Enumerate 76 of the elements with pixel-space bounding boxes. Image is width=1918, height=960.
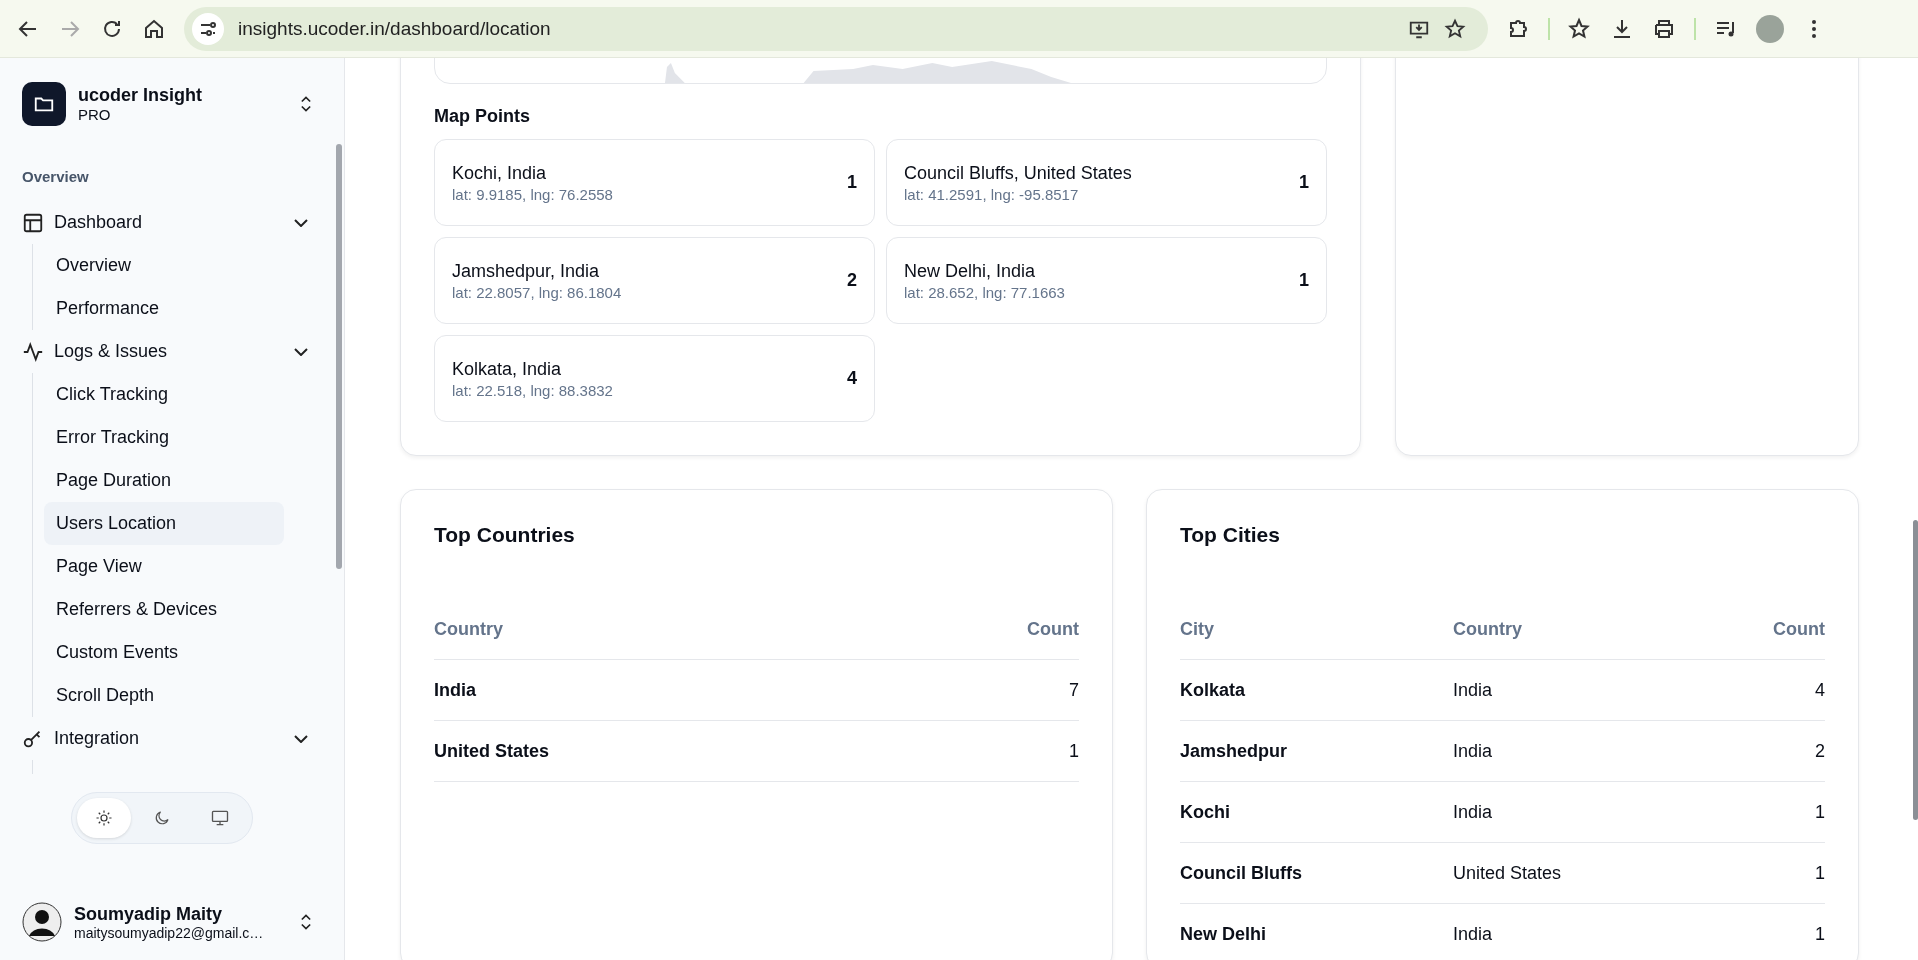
visit-count: 1 xyxy=(1299,270,1309,291)
place-name: Jamshedpur, India xyxy=(452,260,601,282)
table-cell-text: Kochi xyxy=(1180,801,1231,823)
coordinates: lat: 9.9185, lng: 76.2558 xyxy=(452,185,614,203)
site-settings-icon[interactable] xyxy=(192,12,224,45)
bookmarks-icon[interactable] xyxy=(1568,16,1592,41)
card-title: Top Countries xyxy=(434,523,576,547)
scrollbar-thumb[interactable] xyxy=(336,144,342,569)
folder-icon xyxy=(22,82,66,126)
star-icon[interactable] xyxy=(1444,17,1466,40)
activity-icon xyxy=(22,340,44,363)
table-cell-text: Council Bluffs xyxy=(1180,862,1303,884)
coordinates: lat: 28.652, lng: 77.1663 xyxy=(904,283,1066,301)
nav-group[interactable]: Dashboard xyxy=(22,201,322,244)
place-name: New Delhi, India xyxy=(904,260,1037,282)
user-menu[interactable]: Soumyadip Maity maitysoumyadip22@gmail.c… xyxy=(22,902,322,942)
table-cell-text: Kolkata xyxy=(1180,679,1247,701)
section-label: Overview xyxy=(22,168,90,185)
user-name: Soumyadip Maity xyxy=(74,903,224,925)
app-name: ucoder Insight xyxy=(78,85,203,106)
coordinates: lat: 22.518, lng: 88.3832 xyxy=(452,381,614,399)
table-cell: 1 xyxy=(1815,862,1825,884)
moon-icon xyxy=(153,809,171,827)
card-title: Top Cities xyxy=(1180,523,1281,547)
scrollbar-thumb[interactable] xyxy=(1913,520,1918,820)
nav-item[interactable]: Performance xyxy=(44,287,284,330)
user-email: maitysoumyadip22@gmail.c… xyxy=(74,924,265,941)
table-cell: 1 xyxy=(1815,923,1825,945)
table-cell-text: India xyxy=(1453,740,1494,762)
column-header: Count xyxy=(1027,618,1079,640)
avatar-icon xyxy=(22,902,62,942)
sun-icon xyxy=(95,809,113,827)
table-cell-text: India xyxy=(1453,801,1494,823)
nav-item[interactable]: Custom Events xyxy=(44,631,284,674)
column-header: Count xyxy=(1773,618,1825,640)
table-cell: 2 xyxy=(1815,740,1825,762)
url-text: insights.ucoder.in/dashboard/location xyxy=(238,17,552,40)
table-cell: 1 xyxy=(1815,801,1825,823)
table-cell-text: Jamshedpur xyxy=(1180,740,1289,762)
table-cell: 4 xyxy=(1815,679,1825,701)
table-cell-text: India xyxy=(434,679,477,701)
column-header: City xyxy=(1180,618,1215,640)
table-cell-text: New Delhi xyxy=(1180,923,1268,945)
table-cell: 7 xyxy=(1069,679,1079,701)
app-switcher[interactable]: ucoder Insight PRO xyxy=(22,82,322,156)
visit-count: 4 xyxy=(847,368,857,389)
table-cell-text: United States xyxy=(1453,862,1563,884)
plan-label: PRO xyxy=(78,106,112,123)
address-bar[interactable]: insights.ucoder.in/dashboard/location xyxy=(184,6,1488,51)
table-cell: 1 xyxy=(1069,740,1079,762)
nav-item[interactable]: Error Tracking xyxy=(44,416,284,459)
section-title: Map Points xyxy=(434,106,531,127)
nav-item[interactable]: Referrers & Devices xyxy=(44,588,284,631)
column-header: Country xyxy=(1453,618,1523,640)
nav-group[interactable]: Logs & Issues xyxy=(22,330,322,373)
nav-item[interactable]: Click Tracking xyxy=(44,373,284,416)
nav-item[interactable]: Page View xyxy=(44,545,284,588)
monitor-icon xyxy=(210,808,230,828)
table-cell-text: India xyxy=(1453,679,1494,701)
layout-icon xyxy=(22,211,44,234)
place-name: Kolkata, India xyxy=(452,358,563,380)
nav-group[interactable]: Integration xyxy=(22,717,322,760)
visit-count: 1 xyxy=(847,172,857,193)
column-header: Country xyxy=(434,618,504,640)
place-name: Council Bluffs, United States xyxy=(904,162,1133,184)
nav-item[interactable]: Users Location xyxy=(44,502,284,545)
coordinates: lat: 22.8057, lng: 86.1804 xyxy=(452,283,623,301)
nav-item[interactable]: Scroll Depth xyxy=(44,674,284,717)
visit-count: 1 xyxy=(1299,172,1309,193)
table-cell-text: India xyxy=(1453,923,1494,945)
visit-count: 2 xyxy=(847,270,857,291)
place-name: Kochi, India xyxy=(452,162,548,184)
nav-item[interactable]: Overview xyxy=(44,244,284,287)
coordinates: lat: 41.2591, lng: -95.8517 xyxy=(904,185,1080,203)
table-cell-text: United States xyxy=(434,740,551,762)
nav-item[interactable]: Page Duration xyxy=(44,459,284,502)
